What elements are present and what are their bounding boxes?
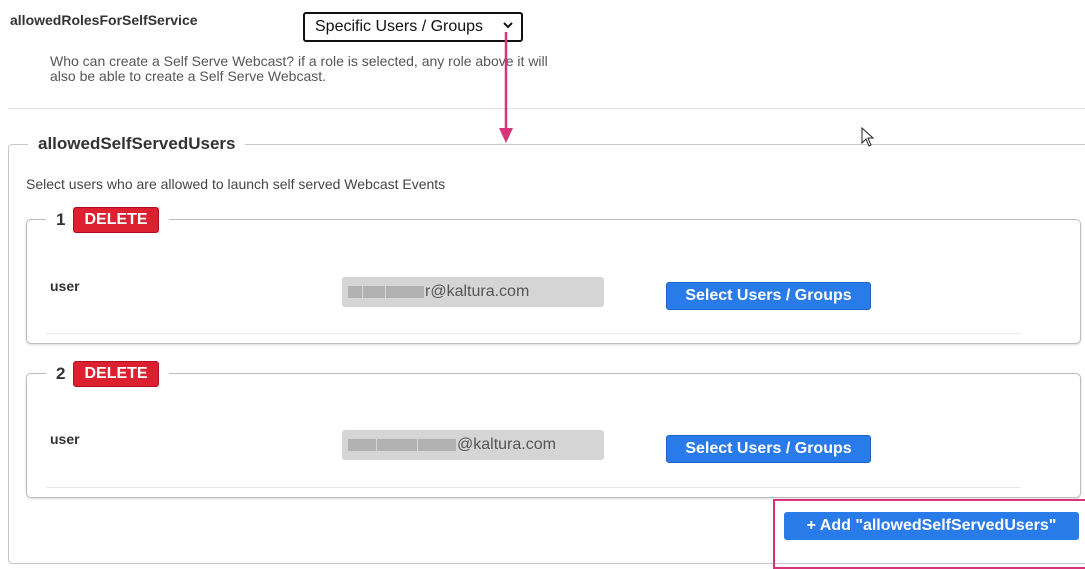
users-section-title: allowedSelfServedUsers bbox=[28, 134, 246, 154]
roles-setting-label: allowedRolesForSelfService bbox=[10, 12, 198, 28]
entry-number: 1 bbox=[56, 210, 66, 229]
section-divider bbox=[8, 108, 1085, 109]
entry-divider bbox=[46, 333, 1021, 334]
add-user-entry-button[interactable]: + Add "allowedSelfServedUsers" bbox=[784, 512, 1079, 540]
user-entry-2-legend: 2 DELETE bbox=[46, 361, 169, 387]
user-email-field[interactable]: @kaltura.com bbox=[342, 430, 604, 460]
entry-number: 2 bbox=[56, 364, 66, 383]
roles-select-value: Specific Users / Groups bbox=[315, 18, 484, 35]
entry-divider bbox=[46, 487, 1021, 488]
user-email-field[interactable]: r@kaltura.com bbox=[342, 277, 604, 307]
roles-select[interactable]: Specific Users / Groups bbox=[303, 12, 523, 42]
user-field-label: user bbox=[50, 278, 80, 294]
user-field-label: user bbox=[50, 431, 80, 447]
delete-button[interactable]: DELETE bbox=[73, 361, 159, 387]
users-section-description: Select users who are allowed to launch s… bbox=[26, 176, 446, 192]
select-users-button[interactable]: Select Users / Groups bbox=[666, 435, 871, 463]
roles-help-text: Who can create a Self Serve Webcast? if … bbox=[50, 53, 548, 84]
annotation-arrow bbox=[499, 32, 513, 143]
email-domain-text: @kaltura.com bbox=[457, 436, 556, 453]
mouse-cursor-icon bbox=[861, 127, 875, 147]
select-users-button[interactable]: Select Users / Groups bbox=[666, 282, 871, 310]
delete-button[interactable]: DELETE bbox=[73, 207, 159, 233]
email-domain-text: r@kaltura.com bbox=[425, 283, 530, 300]
user-entry-1-legend: 1 DELETE bbox=[46, 207, 169, 233]
